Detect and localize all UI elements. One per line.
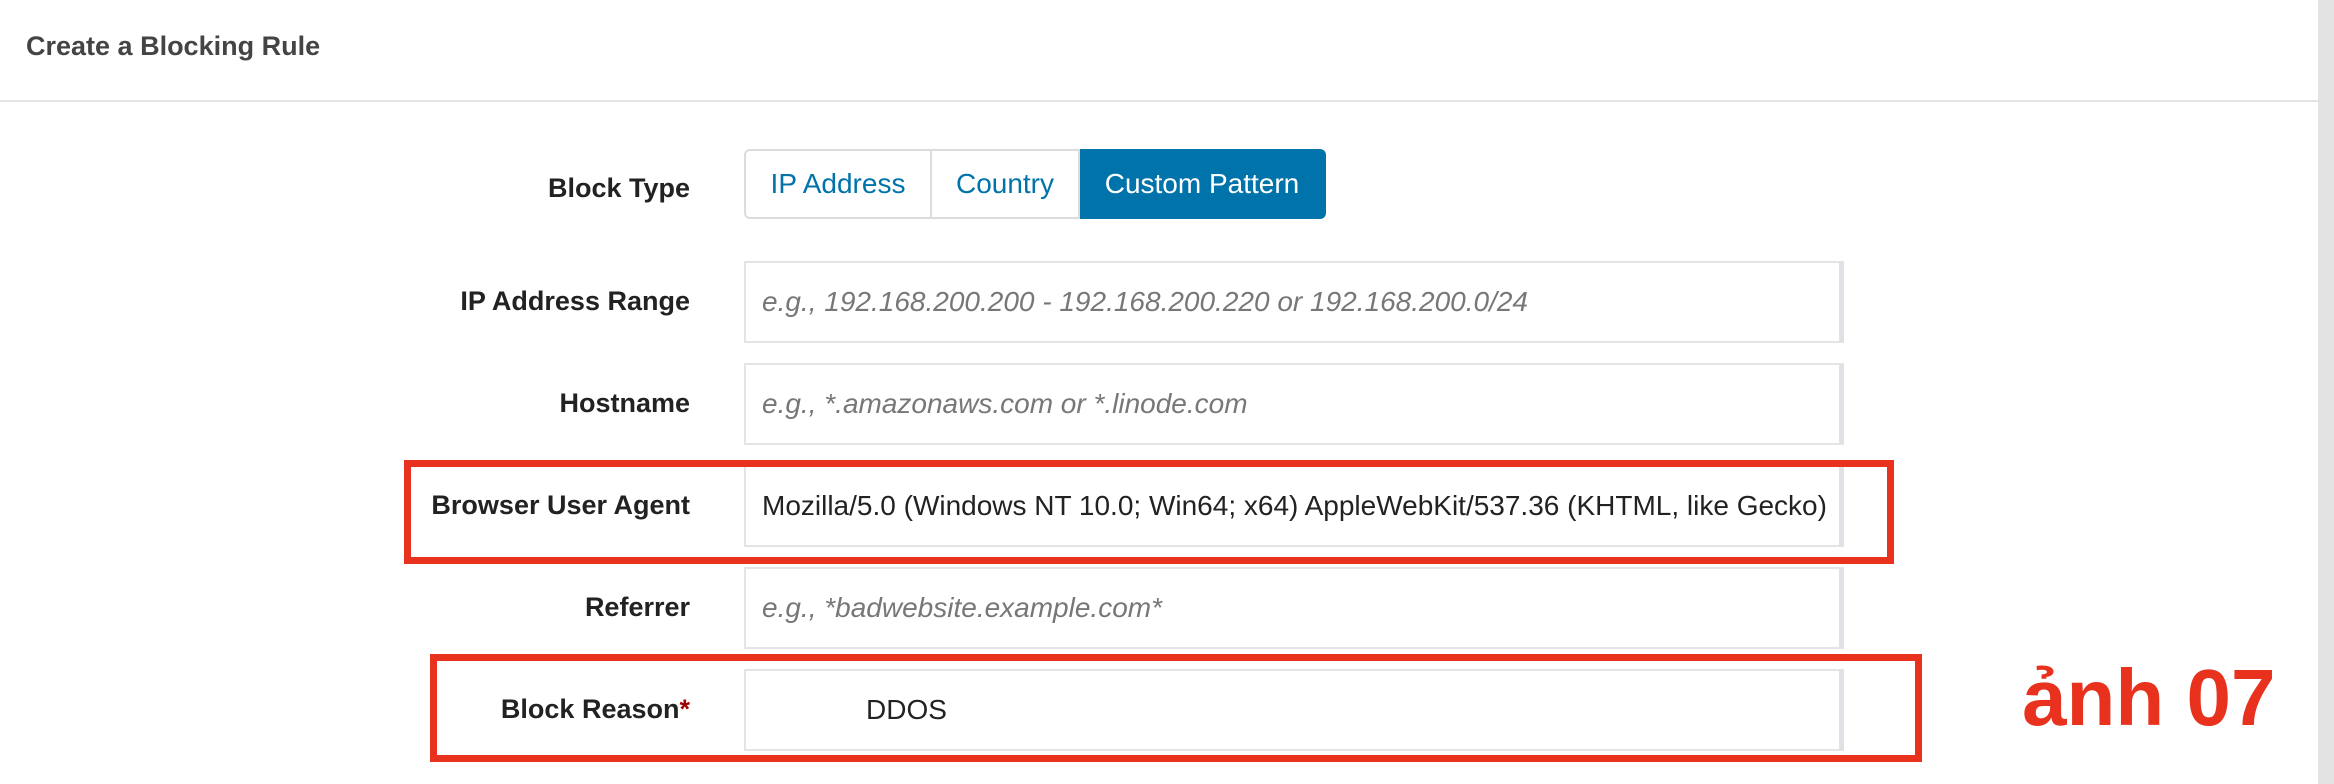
page-title: Create a Blocking Rule: [26, 31, 321, 61]
ip-range-placeholder: e.g., 192.168.200.200 - 192.168.200.220 …: [762, 286, 1528, 317]
block-type-ip-address-button[interactable]: IP Address: [744, 149, 932, 219]
image-annotation-label: ảnh 07: [2022, 653, 2276, 742]
ip-range-label: IP Address Range: [460, 286, 690, 316]
referrer-label: Referrer: [584, 592, 690, 622]
referrer-input[interactable]: e.g., *badwebsite.example.com*: [744, 567, 1844, 649]
scrollbar[interactable]: [2318, 0, 2334, 784]
user-agent-highlight-box: [404, 460, 1894, 564]
page-header: Create a Blocking Rule: [0, 0, 2318, 102]
block-type-custom-pattern-button[interactable]: Custom Pattern: [1080, 149, 1326, 219]
ip-range-input[interactable]: e.g., 192.168.200.200 - 192.168.200.220 …: [744, 261, 1844, 343]
hostname-label: Hostname: [559, 388, 690, 418]
block-type-label: Block Type: [547, 173, 690, 203]
hostname-placeholder: e.g., *.amazonaws.com or *.linode.com: [762, 388, 1248, 419]
block-type-country-button[interactable]: Country: [932, 149, 1080, 219]
block-reason-highlight-box: [430, 654, 1922, 762]
block-type-selector: IP Address Country Custom Pattern: [744, 149, 1326, 219]
referrer-placeholder: e.g., *badwebsite.example.com*: [762, 592, 1162, 623]
hostname-input[interactable]: e.g., *.amazonaws.com or *.linode.com: [744, 363, 1844, 445]
